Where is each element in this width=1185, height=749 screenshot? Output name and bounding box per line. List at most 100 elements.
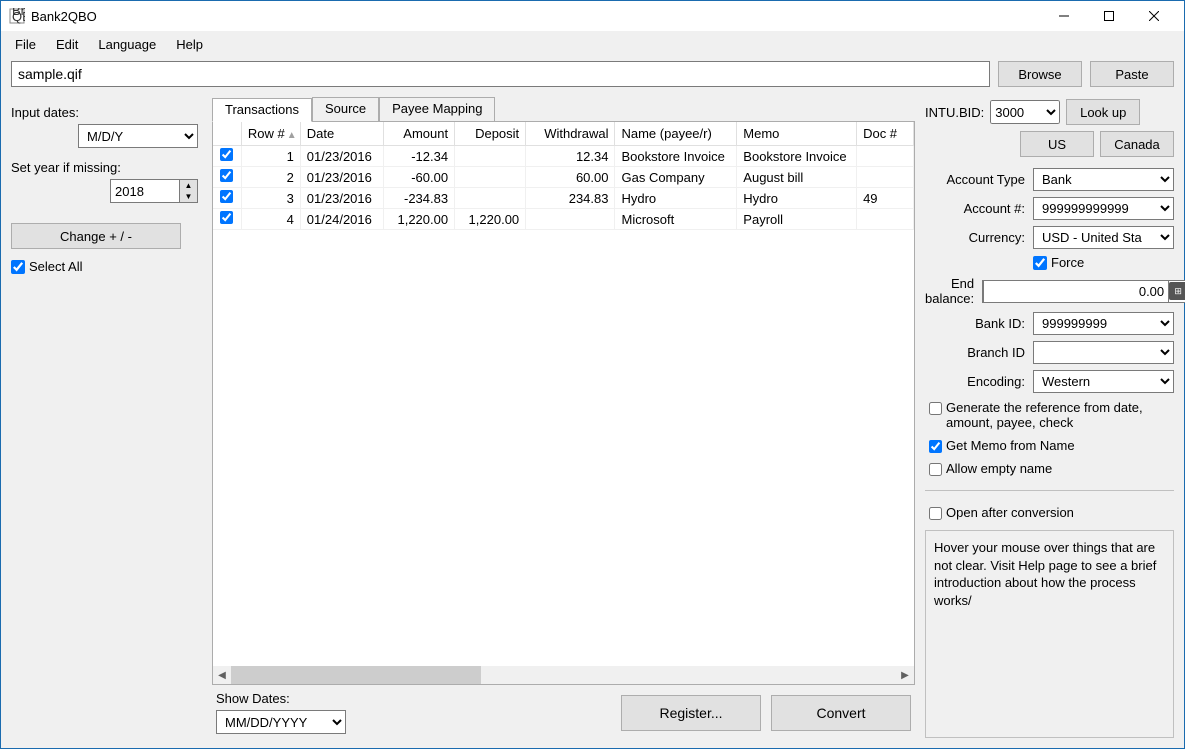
maximize-button[interactable] xyxy=(1086,1,1131,31)
menu-help[interactable]: Help xyxy=(166,35,213,54)
cell-deposit xyxy=(455,146,526,167)
cell-memo: August bill xyxy=(737,167,857,188)
cell-amount: -12.34 xyxy=(384,146,455,167)
tab-transactions[interactable]: Transactions xyxy=(212,98,312,122)
col-row[interactable]: Row #▲ xyxy=(241,122,300,146)
bank-id-combo[interactable]: 999999999 xyxy=(1033,312,1174,335)
show-dates-label: Show Dates: xyxy=(216,691,611,706)
cell-memo: Hydro xyxy=(737,188,857,209)
encoding-label: Encoding: xyxy=(925,374,1025,389)
menu-edit[interactable]: Edit xyxy=(46,35,88,54)
window-title: Bank2QBO xyxy=(31,9,1041,24)
cell-date: 01/23/2016 xyxy=(300,146,383,167)
cell-row: 3 xyxy=(241,188,300,209)
cell-amount: -234.83 xyxy=(384,188,455,209)
cell-doc xyxy=(857,146,914,167)
generate-ref-checkbox[interactable]: Generate the reference from date, amount… xyxy=(929,400,1174,430)
cell-name: Bookstore Invoice xyxy=(615,146,737,167)
cell-deposit xyxy=(455,167,526,188)
right-panel: INTU.BID: 3000 Look up US Canada Account… xyxy=(919,93,1184,748)
cell-doc: 49 xyxy=(857,188,914,209)
menu-bar: File Edit Language Help xyxy=(1,31,1184,55)
currency-label: Currency: xyxy=(925,230,1025,245)
close-button[interactable] xyxy=(1131,1,1176,31)
allow-empty-checkbox[interactable]: Allow empty name xyxy=(929,461,1174,476)
tab-payee-mapping[interactable]: Payee Mapping xyxy=(379,97,495,121)
end-balance-input[interactable] xyxy=(983,280,1169,303)
get-memo-checkbox[interactable]: Get Memo from Name xyxy=(929,438,1174,453)
calculator-icon[interactable]: ⊞ xyxy=(1169,282,1185,300)
row-checkbox[interactable] xyxy=(220,190,233,203)
set-year-label: Set year if missing: xyxy=(11,160,198,175)
cell-name: Microsoft xyxy=(615,209,737,230)
year-spinner[interactable]: ▲▼ xyxy=(110,179,198,203)
select-all-checkbox[interactable]: Select All xyxy=(11,259,198,274)
table-row[interactable]: 301/23/2016-234.83234.83HydroHydro49 xyxy=(213,188,914,209)
input-date-format-combo[interactable]: M/D/Y xyxy=(78,124,198,148)
account-num-label: Account #: xyxy=(925,201,1025,216)
scroll-left-icon[interactable]: ◀ xyxy=(213,666,231,684)
horizontal-scrollbar[interactable]: ◀ ▶ xyxy=(213,666,914,684)
convert-button[interactable]: Convert xyxy=(771,695,911,731)
spin-up-icon[interactable]: ▲ xyxy=(180,180,197,191)
browse-button[interactable]: Browse xyxy=(998,61,1082,87)
force-checkbox[interactable]: Force xyxy=(1033,255,1084,270)
table-row[interactable]: 101/23/2016-12.3412.34Bookstore InvoiceB… xyxy=(213,146,914,167)
row-checkbox[interactable] xyxy=(220,211,233,224)
account-type-combo[interactable]: Bank xyxy=(1033,168,1174,191)
scroll-right-icon[interactable]: ▶ xyxy=(896,666,914,684)
app-icon: BnkQBO xyxy=(9,8,25,24)
scroll-thumb[interactable] xyxy=(231,666,481,684)
title-bar: BnkQBO Bank2QBO xyxy=(1,1,1184,31)
branch-id-combo[interactable] xyxy=(1033,341,1174,364)
transactions-grid[interactable]: Row #▲ Date Amount Deposit Withdrawal Na… xyxy=(213,122,914,666)
cell-doc xyxy=(857,209,914,230)
svg-text:QBO: QBO xyxy=(12,9,25,24)
col-amount[interactable]: Amount xyxy=(384,122,455,146)
table-row[interactable]: 201/23/2016-60.0060.00Gas CompanyAugust … xyxy=(213,167,914,188)
canada-button[interactable]: Canada xyxy=(1100,131,1174,157)
col-date[interactable]: Date xyxy=(300,122,383,146)
cell-memo: Payroll xyxy=(737,209,857,230)
open-after-checkbox[interactable]: Open after conversion xyxy=(929,505,1174,520)
cell-date: 01/24/2016 xyxy=(300,209,383,230)
cell-name: Gas Company xyxy=(615,167,737,188)
cell-date: 01/23/2016 xyxy=(300,167,383,188)
minimize-button[interactable] xyxy=(1041,1,1086,31)
paste-button[interactable]: Paste xyxy=(1090,61,1174,87)
change-sign-button[interactable]: Change + / - xyxy=(11,223,181,249)
cell-memo: Bookstore Invoice xyxy=(737,146,857,167)
sort-asc-icon: ▲ xyxy=(287,130,297,141)
account-type-label: Account Type xyxy=(925,172,1025,187)
col-checkbox[interactable] xyxy=(213,122,241,146)
cell-name: Hydro xyxy=(615,188,737,209)
col-doc[interactable]: Doc # xyxy=(857,122,914,146)
bank-id-label: Bank ID: xyxy=(925,316,1025,331)
menu-language[interactable]: Language xyxy=(88,35,166,54)
show-dates-combo[interactable]: MM/DD/YYYY xyxy=(216,710,346,734)
register-button[interactable]: Register... xyxy=(621,695,761,731)
cell-row: 2 xyxy=(241,167,300,188)
menu-file[interactable]: File xyxy=(5,35,46,54)
table-row[interactable]: 401/24/20161,220.001,220.00MicrosoftPayr… xyxy=(213,209,914,230)
encoding-combo[interactable]: Western xyxy=(1033,370,1174,393)
cell-amount: 1,220.00 xyxy=(384,209,455,230)
col-memo[interactable]: Memo xyxy=(737,122,857,146)
row-checkbox[interactable] xyxy=(220,148,233,161)
cell-withdrawal: 234.83 xyxy=(526,188,615,209)
spin-down-icon[interactable]: ▼ xyxy=(180,191,197,202)
input-dates-label: Input dates: xyxy=(11,105,198,120)
col-withdrawal[interactable]: Withdrawal xyxy=(526,122,615,146)
account-num-combo[interactable]: 999999999999 xyxy=(1033,197,1174,220)
row-checkbox[interactable] xyxy=(220,169,233,182)
tab-source[interactable]: Source xyxy=(312,97,379,121)
currency-combo[interactable]: USD - United Sta xyxy=(1033,226,1174,249)
cell-deposit: 1,220.00 xyxy=(455,209,526,230)
file-path-input[interactable] xyxy=(11,61,990,87)
us-button[interactable]: US xyxy=(1020,131,1094,157)
col-name[interactable]: Name (payee/r) xyxy=(615,122,737,146)
lookup-button[interactable]: Look up xyxy=(1066,99,1140,125)
intubid-combo[interactable]: 3000 xyxy=(990,100,1060,124)
col-deposit[interactable]: Deposit xyxy=(455,122,526,146)
cell-withdrawal: 12.34 xyxy=(526,146,615,167)
